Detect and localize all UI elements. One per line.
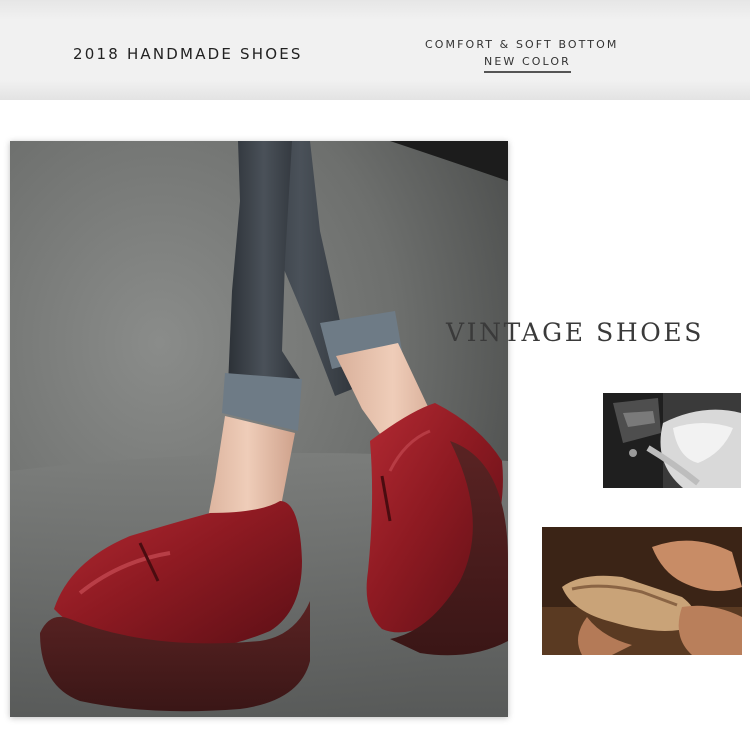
top-banner: 2018 HANDMADE SHOES COMFORT & SOFT BOTTO… (0, 0, 750, 100)
hero-product-photo (10, 141, 508, 717)
section-heading: VINTAGE SHOES (446, 318, 704, 347)
banner-title: 2018 HANDMADE SHOES (73, 45, 303, 63)
banner-subtag: NEW COLOR (484, 55, 571, 73)
banner-tagline: COMFORT & SOFT BOTTOM (425, 38, 619, 51)
craft-photo-lasting (542, 527, 742, 655)
sewing-machine-image (603, 393, 741, 488)
shoe-last-image (542, 527, 742, 655)
hero-product-image (10, 141, 508, 717)
craft-photo-sewing (603, 393, 741, 488)
